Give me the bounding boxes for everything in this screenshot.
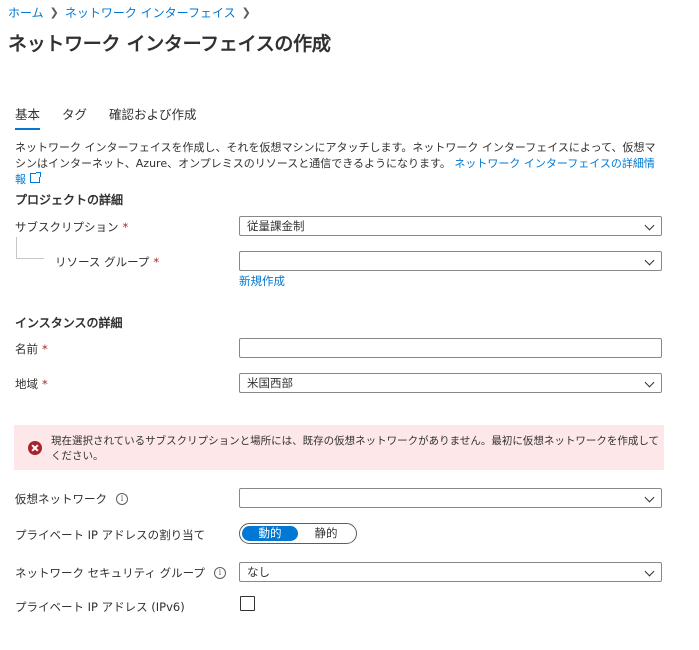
region-label: 地域 * — [15, 376, 48, 392]
chevron-right-icon: ❯ — [241, 6, 251, 19]
error-icon — [28, 440, 42, 455]
instance-details-heading: インスタンスの詳細 — [15, 316, 123, 330]
project-details-heading: プロジェクトの詳細 — [15, 193, 124, 207]
ipv6-checkbox[interactable] — [240, 596, 255, 611]
required-marker: * — [42, 342, 48, 356]
nsg-label-text: ネットワーク セキュリティ グループ — [15, 566, 205, 580]
description: ネットワーク インターフェイスを作成し、それを仮想マシンにアタッチします。ネット… — [15, 140, 665, 188]
chevron-down-icon — [644, 255, 655, 266]
private-ip-assignment-label: プライベート IP アドレスの割り当て — [15, 528, 206, 542]
virtual-network-label-text: 仮想ネットワーク — [15, 492, 107, 506]
virtual-network-label: 仮想ネットワーク i — [15, 491, 128, 507]
resource-group-label: リソース グループ * — [55, 254, 159, 270]
tab-tags[interactable]: タグ — [62, 104, 87, 130]
chevron-down-icon — [644, 492, 655, 503]
resource-group-label-text: リソース グループ — [55, 255, 150, 269]
info-icon[interactable]: i — [213, 567, 226, 579]
region-select[interactable]: 米国西部 — [239, 373, 662, 393]
private-ip-static-option[interactable]: 静的 — [298, 526, 354, 541]
tab-list: 基本 タグ 確認および作成 — [15, 104, 219, 130]
breadcrumb-home-link[interactable]: ホーム — [8, 4, 44, 21]
region-value: 米国西部 — [247, 376, 293, 390]
name-input[interactable] — [239, 338, 662, 358]
subscription-value: 従量課金制 — [247, 219, 305, 233]
breadcrumb-network-interface-link[interactable]: ネットワーク インターフェイス — [65, 4, 236, 21]
nsg-select[interactable]: なし — [239, 562, 662, 582]
resource-group-select[interactable] — [239, 251, 662, 271]
subscription-select[interactable]: 従量課金制 — [239, 216, 662, 236]
required-marker: * — [153, 255, 160, 269]
virtual-network-select[interactable] — [239, 488, 662, 508]
chevron-down-icon — [644, 220, 655, 231]
tree-connector — [16, 258, 44, 259]
private-ip-dynamic-option[interactable]: 動的 — [242, 526, 298, 541]
nsg-label: ネットワーク セキュリティ グループ i — [15, 565, 226, 581]
breadcrumb: ホーム ❯ ネットワーク インターフェイス ❯ — [8, 4, 257, 21]
more-options-button[interactable]: ··· — [316, 31, 333, 49]
region-label-text: 地域 — [15, 377, 38, 391]
ipv6-label: プライベート IP アドレス (IPv6) — [15, 600, 185, 614]
tab-review-create[interactable]: 確認および作成 — [109, 104, 197, 130]
info-icon[interactable]: i — [116, 493, 128, 505]
name-label: 名前 * — [15, 341, 48, 357]
name-label-text: 名前 — [15, 342, 38, 356]
tab-basics[interactable]: 基本 — [15, 104, 41, 130]
subscription-label-text: サブスクリプション — [15, 220, 119, 234]
error-message: 現在選択されているサブスクリプションと場所には、既存の仮想ネットワークがありませ… — [51, 434, 660, 462]
tree-connector — [16, 237, 17, 258]
page-title: ネットワーク インターフェイスの作成 — [8, 33, 331, 55]
error-banner: 現在選択されているサブスクリプションと場所には、既存の仮想ネットワークがありませ… — [14, 425, 664, 470]
nsg-value: なし — [247, 565, 270, 579]
chevron-down-icon — [644, 377, 655, 388]
create-new-resource-group-link[interactable]: 新規作成 — [239, 273, 285, 289]
subscription-label: サブスクリプション * — [15, 219, 128, 235]
external-link-icon — [30, 172, 41, 183]
chevron-down-icon — [644, 566, 655, 577]
private-ip-assignment-toggle: 動的 静的 — [239, 523, 357, 544]
chevron-right-icon: ❯ — [49, 6, 59, 19]
required-marker: * — [122, 220, 129, 234]
required-marker: * — [42, 377, 48, 391]
